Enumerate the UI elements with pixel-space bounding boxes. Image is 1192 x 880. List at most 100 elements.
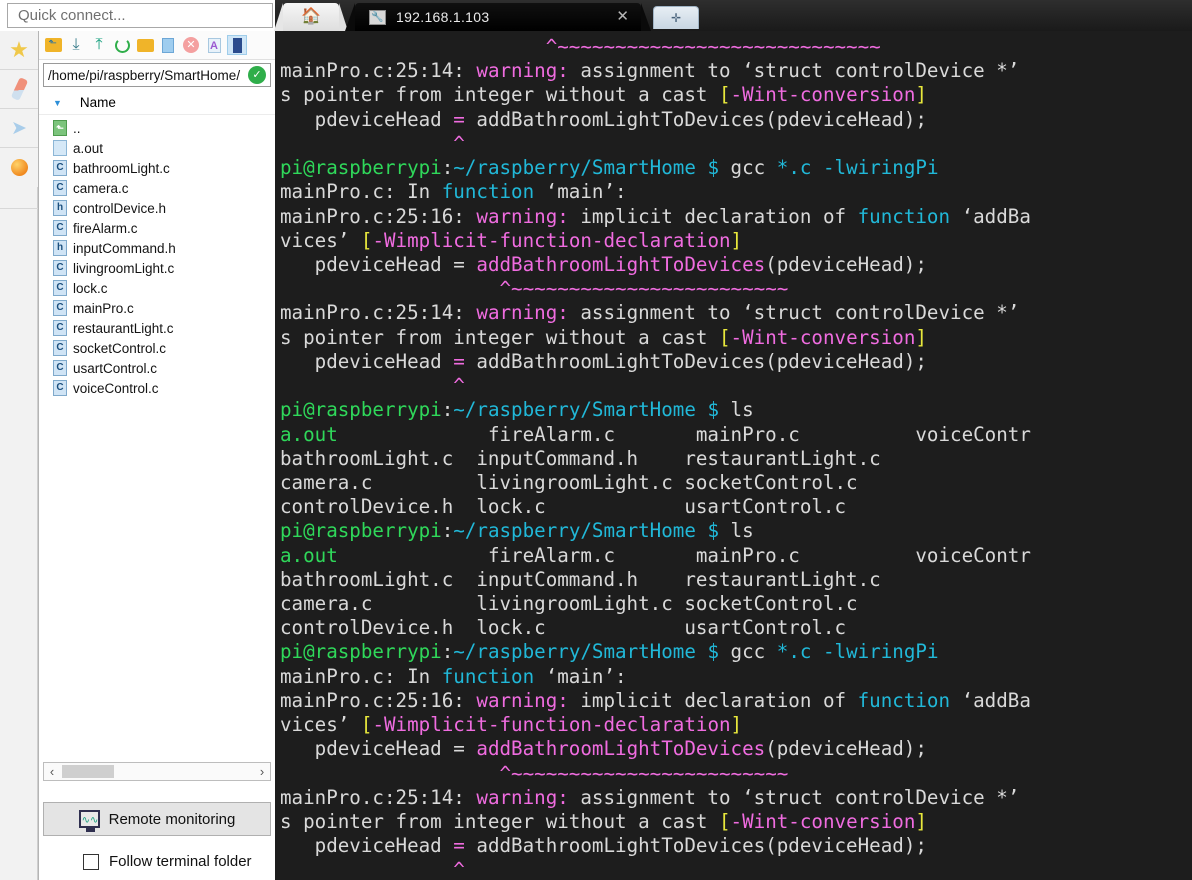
terminal-span: warning: bbox=[476, 785, 581, 809]
terminal-span: = bbox=[453, 834, 465, 858]
terminal-span: (pdeviceHead); bbox=[765, 737, 927, 761]
left-panel: Quick connect... ★ ➤ ⬑ ⤓ ⤒ ✕ A /home/pi/… bbox=[0, 0, 276, 880]
horizontal-scrollbar[interactable]: ‹ › bbox=[43, 762, 271, 781]
terminal-span: mainPro.c:25:14: bbox=[280, 785, 477, 809]
download-icon[interactable]: ⤓ bbox=[66, 35, 86, 55]
file-name: restaurantLight.c bbox=[73, 320, 174, 336]
terminal-span: pi@raspberrypi bbox=[280, 156, 442, 180]
sort-caret-icon[interactable]: ▼ bbox=[53, 98, 62, 108]
terminal-line: ^ bbox=[280, 374, 1192, 398]
file-row[interactable]: CusartControl.c bbox=[53, 358, 275, 378]
terminal-span: [ bbox=[718, 810, 731, 833]
waveform-icon: ∿∿ bbox=[81, 815, 99, 826]
file-row[interactable]: CsocketControl.c bbox=[53, 338, 275, 358]
new-file-icon[interactable] bbox=[158, 35, 178, 55]
refresh-icon[interactable] bbox=[112, 35, 132, 55]
terminal-span: mainPro.c:25:16: bbox=[280, 204, 477, 228]
file-row[interactable]: Ccamera.c bbox=[53, 178, 275, 198]
header-file-icon: h bbox=[53, 240, 67, 256]
path-bar[interactable]: /home/pi/raspberry/SmartHome/ ✓ bbox=[43, 63, 271, 87]
sidebar-item-tools[interactable] bbox=[0, 70, 38, 109]
terminal-span: : bbox=[441, 398, 454, 422]
generic-file-icon bbox=[53, 140, 67, 156]
close-icon[interactable]: ✕ bbox=[616, 9, 629, 24]
terminal-line: pi@raspberrypi:~/raspberry/SmartHome $ g… bbox=[280, 640, 1192, 664]
terminal-span: ^~~~~~~~~~~~~~~~~~~~~~~~~ bbox=[499, 761, 789, 785]
terminal-span: ^ bbox=[453, 858, 465, 880]
c-file-icon: C bbox=[53, 260, 67, 276]
tab-strip: 🏠 🔧 192.168.1.103 ✕ ✛ bbox=[274, 0, 1192, 31]
file-name: inputCommand.h bbox=[73, 240, 176, 256]
path-input[interactable]: /home/pi/raspberry/SmartHome/ bbox=[44, 68, 248, 83]
parent-folder-icon[interactable]: ⬑ bbox=[43, 35, 63, 55]
terminal-span: ‘main’: bbox=[534, 180, 627, 204]
terminal-span: (pdeviceHead); bbox=[765, 252, 927, 276]
parent-folder-icon: ⬑ bbox=[53, 120, 67, 136]
terminal-span: pdeviceHead bbox=[280, 107, 454, 131]
file-row[interactable]: h controlDevice.h bbox=[53, 198, 275, 218]
file-row[interactable]: h inputCommand.h bbox=[53, 238, 275, 258]
terminal-span: mainPro.c:25:14: bbox=[280, 301, 477, 325]
new-tab-button[interactable]: ✛ bbox=[653, 6, 699, 29]
terminal-span: controlDevice.h lock.c usartControl.c bbox=[280, 495, 847, 519]
follow-terminal-folder-row[interactable]: Follow terminal folder bbox=[83, 853, 252, 870]
terminal-span: assignment to ‘struct controlDevice *’ bbox=[580, 301, 1020, 325]
new-folder-icon[interactable] bbox=[135, 35, 155, 55]
terminal-line: controlDevice.h lock.c usartControl.c bbox=[280, 495, 1192, 519]
file-name: usartControl.c bbox=[73, 360, 158, 376]
sidebar-item-bookmarks[interactable]: ★ bbox=[0, 31, 38, 70]
terminal-span bbox=[280, 374, 453, 397]
c-file-icon: C bbox=[53, 380, 67, 396]
file-row[interactable]: CvoiceControl.c bbox=[53, 378, 275, 398]
column-header-name[interactable]: Name bbox=[80, 95, 116, 110]
delete-icon[interactable]: ✕ bbox=[181, 35, 201, 55]
properties-icon[interactable] bbox=[227, 35, 247, 55]
terminal-span: warning: bbox=[476, 688, 581, 712]
file-row[interactable]: CfireAlarm.c bbox=[53, 218, 275, 238]
quick-connect-input[interactable]: Quick connect... bbox=[7, 3, 273, 28]
file-row[interactable]: CbathroomLight.c bbox=[53, 158, 275, 178]
column-header-row[interactable]: ▼ Name bbox=[39, 91, 275, 115]
file-row[interactable]: CrestaurantLight.c bbox=[53, 318, 275, 338]
scrollbar-thumb[interactable] bbox=[62, 765, 114, 778]
terminal-span: ] bbox=[730, 228, 743, 252]
c-file-icon: C bbox=[53, 180, 67, 196]
file-row[interactable]: Clock.c bbox=[53, 278, 275, 298]
remote-monitoring-button[interactable]: ∿∿ Remote monitoring bbox=[43, 802, 271, 836]
terminal-span bbox=[280, 858, 453, 880]
rename-icon[interactable]: A bbox=[204, 35, 224, 55]
file-row[interactable]: CmainPro.c bbox=[53, 298, 275, 318]
mobaxterm-window: Quick connect... ★ ➤ ⬑ ⤓ ⤒ ✕ A /home/pi/… bbox=[0, 0, 1192, 880]
file-row[interactable]: a.out bbox=[53, 138, 275, 158]
tab-home[interactable]: 🏠 bbox=[274, 3, 348, 31]
scroll-right-arrow[interactable]: › bbox=[256, 764, 268, 779]
terminal-line: vices’ [-Wimplicit-function-declaration] bbox=[280, 713, 1192, 737]
tab-session-192-168-1-103[interactable]: 🔧 192.168.1.103 ✕ bbox=[345, 3, 651, 31]
scroll-left-arrow[interactable]: ‹ bbox=[46, 764, 58, 779]
terminal-span: bathroomLight.c inputCommand.h restauran… bbox=[280, 567, 881, 591]
terminal-line: s pointer from integer without a cast [-… bbox=[280, 810, 1192, 834]
terminal-span: addBathroomLightToDevices(pdeviceHead); bbox=[464, 107, 927, 131]
terminal-span: ~/raspberry/SmartHome bbox=[453, 398, 696, 422]
terminal-line: camera.c livingroomLight.c socketControl… bbox=[280, 471, 1192, 495]
sidebar-item-globe[interactable] bbox=[0, 148, 38, 187]
terminal-span: -Wint-conversion bbox=[730, 810, 916, 833]
sidebar-item-send[interactable]: ➤ bbox=[0, 109, 38, 148]
follow-terminal-checkbox[interactable] bbox=[83, 853, 99, 870]
terminal-span: : bbox=[441, 156, 454, 180]
file-row[interactable]: ClivingroomLight.c bbox=[53, 258, 275, 278]
quick-connect-row: Quick connect... bbox=[0, 0, 275, 30]
terminal-span: a.out bbox=[280, 543, 338, 567]
terminal-span: ] bbox=[915, 325, 927, 349]
terminal-line: pdeviceHead = addBathroomLightToDevices(… bbox=[280, 737, 1192, 761]
file-name: socketControl.c bbox=[73, 340, 167, 356]
terminal-line: ^~~~~~~~~~~~~~~~~~~~~~~~~~~~~ bbox=[280, 35, 1192, 59]
upload-icon[interactable]: ⤒ bbox=[89, 35, 109, 55]
terminal-span: = bbox=[453, 107, 465, 131]
star-icon: ★ bbox=[9, 37, 29, 62]
terminal-span: pi@raspberrypi bbox=[280, 640, 442, 664]
file-row[interactable]: ⬑.. bbox=[53, 118, 275, 138]
key-icon: 🔧 bbox=[369, 9, 386, 25]
terminal-output[interactable]: ^~~~~~~~~~~~~~~~~~~~~~~~~~~~~ mainPro.c:2… bbox=[275, 31, 1192, 880]
terminal-span: mainPro.c:25:16: bbox=[280, 688, 477, 712]
